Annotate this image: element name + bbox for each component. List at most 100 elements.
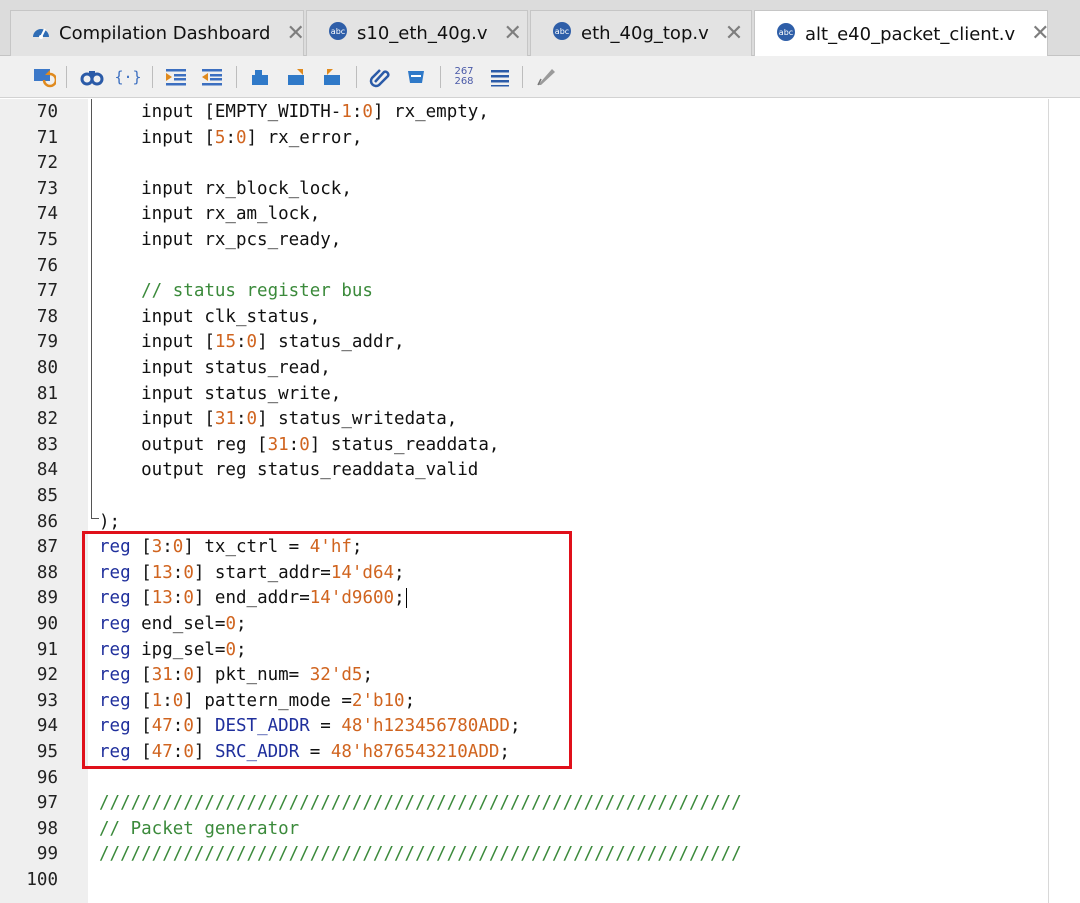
code-line[interactable]: 72	[0, 151, 1048, 177]
code-token: input rx_pcs_ready,	[99, 230, 342, 250]
code-line[interactable]: 78 input clk_status,	[0, 305, 1048, 331]
line-number: 74	[36, 204, 58, 225]
comment-icon[interactable]	[402, 64, 430, 90]
code-line[interactable]: 85	[0, 484, 1048, 510]
code-line[interactable]: 83 output reg [31:0] status_readdata,	[0, 433, 1048, 459]
unindent-icon[interactable]	[198, 64, 226, 90]
toolbar-separator	[440, 66, 441, 88]
code-token: 0	[236, 127, 247, 148]
close-icon[interactable]: ✕	[725, 22, 743, 45]
code-text: input status_read,	[99, 356, 331, 382]
toolbar-separator	[152, 66, 153, 88]
code-token: 31	[214, 409, 236, 430]
code-line[interactable]: 77 // status register bus	[0, 279, 1048, 305]
code-token: :	[288, 434, 300, 455]
code-token: // status register bus	[99, 281, 373, 302]
code-token: 0	[299, 434, 310, 455]
highlight-annotation-box	[82, 531, 572, 769]
code-token: :	[225, 127, 236, 148]
code-token: ] rx_error,	[246, 127, 363, 148]
line-number: 80	[36, 358, 58, 378]
code-line[interactable]: 98 // Packet generator	[0, 817, 1048, 843]
code-line[interactable]: 73 input rx_block_lock,	[0, 177, 1048, 203]
code-token: :	[235, 332, 247, 353]
find-icon[interactable]	[78, 64, 106, 90]
line-number: 70	[36, 102, 58, 122]
verilog-file-icon: abc	[327, 21, 349, 46]
code-token: :	[351, 102, 363, 122]
line-number: 100	[26, 870, 58, 890]
bookmark-prev-icon[interactable]	[318, 64, 346, 90]
align-icon[interactable]	[486, 64, 514, 90]
svg-text:abc: abc	[779, 28, 793, 37]
code-line[interactable]: 84 output reg status_readdata_valid	[0, 458, 1048, 484]
code-line[interactable]: 99 //////////////////////////////////////…	[0, 842, 1048, 868]
line-number: 84	[36, 460, 58, 481]
code-text: ////////////////////////////////////////…	[99, 842, 742, 868]
line-number: 77	[36, 281, 58, 302]
code-line[interactable]: 76	[0, 254, 1048, 280]
line-number: 79	[36, 332, 58, 353]
line-number: 96	[36, 767, 58, 788]
toolbar-separator	[356, 66, 357, 88]
code-line[interactable]: 75 input rx_pcs_ready,	[0, 228, 1048, 254]
brace-icon[interactable]: {·}	[114, 64, 142, 90]
code-line[interactable]: 70 input [EMPTY_WIDTH-1:0] rx_empty,	[0, 100, 1048, 126]
code-token: 0	[362, 102, 373, 122]
code-editor[interactable]: 70 input [EMPTY_WIDTH-1:0] rx_empty, 71 i…	[0, 99, 1080, 903]
code-token: :	[235, 409, 247, 430]
code-token: );	[99, 511, 121, 532]
code-line[interactable]: 82 input [31:0] status_writedata,	[0, 407, 1048, 433]
close-icon[interactable]: ✕	[504, 22, 522, 45]
line-number: 83	[36, 434, 58, 455]
code-text: input rx_pcs_ready,	[99, 228, 341, 254]
code-text: input rx_am_lock,	[99, 202, 320, 228]
bookmark-icon[interactable]	[246, 64, 274, 90]
code-line[interactable]: 97 //////////////////////////////////////…	[0, 791, 1048, 817]
line-number: 97	[36, 793, 58, 814]
code-line[interactable]: 71 input [5:0] rx_error,	[0, 126, 1048, 152]
toolbar-separator	[522, 66, 523, 88]
code-text: input status_write,	[99, 382, 341, 408]
close-icon[interactable]: ✕	[1031, 23, 1049, 45]
tab-label: alt_e40_packet_client.v	[805, 23, 1016, 45]
code-token: input [	[99, 127, 215, 148]
tab-compilation-dashboard[interactable]: Compilation Dashboard ✕	[10, 10, 305, 56]
code-line[interactable]: 79 input [15:0] status_addr,	[0, 330, 1048, 356]
code-line[interactable]: 74 input rx_am_lock,	[0, 202, 1048, 228]
editor-right-border	[1048, 99, 1049, 903]
attach-icon[interactable]	[366, 64, 394, 90]
code-line[interactable]: 81 input status_write,	[0, 382, 1048, 408]
code-text: output reg status_readdata_valid	[99, 458, 478, 484]
line-number: 89	[36, 588, 58, 609]
code-token: 0	[246, 332, 258, 353]
refresh-icon[interactable]	[30, 64, 58, 90]
code-line[interactable]: 100	[0, 868, 1048, 894]
bookmark-next-icon[interactable]	[282, 64, 310, 90]
code-text: input [EMPTY_WIDTH-1:0] rx_empty,	[99, 100, 489, 126]
code-token: input status_read,	[99, 358, 331, 378]
tab-s10-eth-40g[interactable]: abc s10_eth_40g.v ✕	[306, 10, 528, 56]
line-numbers-icon[interactable]: 267 268	[450, 64, 478, 90]
code-line[interactable]: 96	[0, 766, 1048, 792]
line-number: 99	[36, 844, 58, 865]
svg-text:abc: abc	[331, 27, 345, 36]
tab-alt-e40-packet-client[interactable]: abc alt_e40_packet_client.v ✕	[754, 10, 1050, 57]
line-number: 95	[36, 742, 58, 762]
code-token: ////////////////////////////////////////…	[99, 793, 742, 814]
code-token: 31	[267, 434, 289, 455]
code-line[interactable]: 80 input status_read,	[0, 356, 1048, 382]
line-number: 76	[36, 255, 58, 276]
code-text: output reg [31:0] status_readdata,	[99, 433, 499, 459]
line-number-bottom: 268	[454, 76, 474, 87]
tab-label: s10_eth_40g.v	[357, 23, 488, 44]
line-number: 93	[36, 690, 58, 711]
svg-text:{·}: {·}	[115, 68, 141, 86]
line-number: 91	[36, 639, 58, 660]
close-icon[interactable]: ✕	[286, 22, 304, 45]
line-number: 82	[36, 409, 58, 430]
pen-icon[interactable]	[532, 64, 560, 90]
tab-eth-40g-top[interactable]: abc eth_40g_top.v ✕	[530, 10, 752, 56]
indent-icon[interactable]	[162, 64, 190, 90]
code-token: input rx_block_lock,	[99, 178, 352, 199]
